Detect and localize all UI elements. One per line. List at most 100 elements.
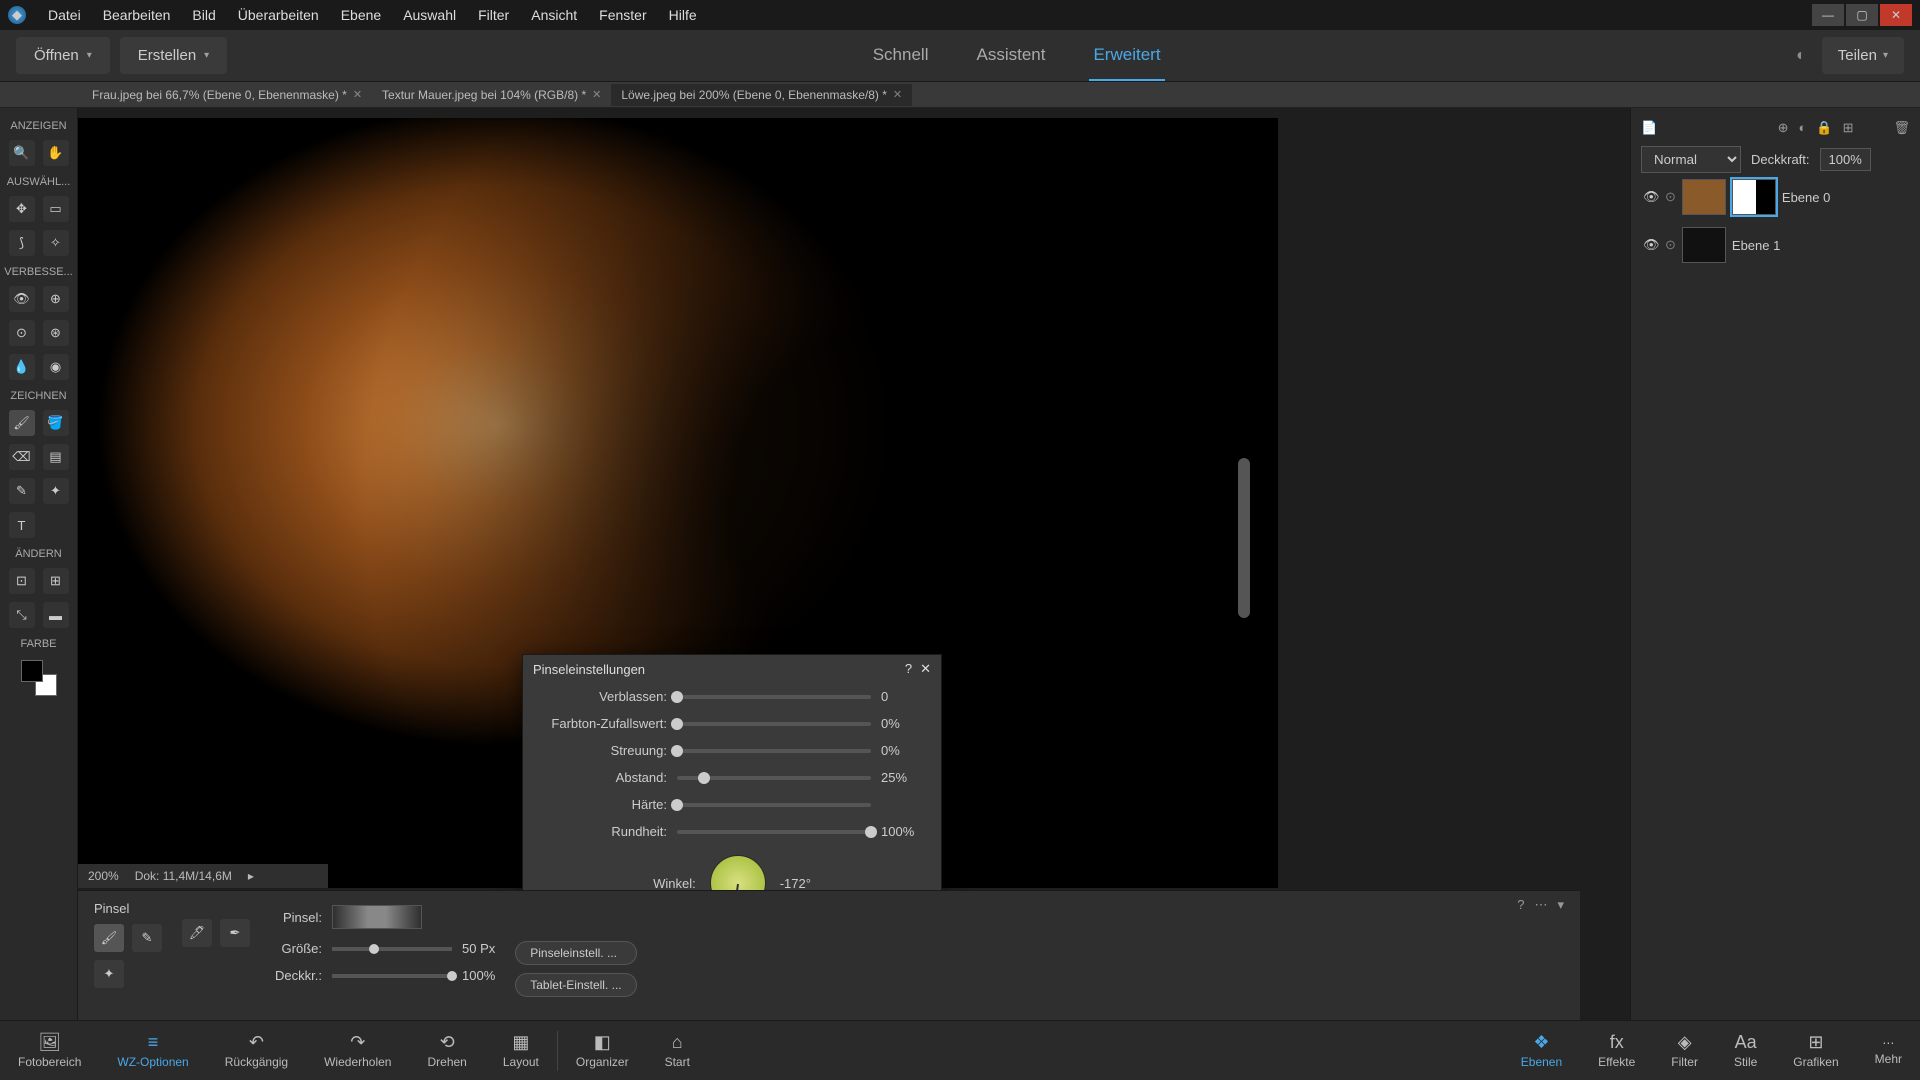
- layer-mask-icon[interactable]: ◐: [1799, 120, 1807, 136]
- marquee-tool[interactable]: ▭: [43, 196, 69, 222]
- brush-preset-picker[interactable]: [332, 905, 422, 929]
- menu-bearbeiten[interactable]: Bearbeiten: [93, 3, 181, 27]
- menu-ansicht[interactable]: Ansicht: [521, 3, 587, 27]
- share-button[interactable]: Teilen: [1822, 37, 1904, 74]
- mode-tab[interactable]: Erweitert: [1089, 31, 1164, 81]
- theme-toggle-icon[interactable]: ◐: [1796, 47, 1806, 65]
- menu-bild[interactable]: Bild: [182, 3, 225, 27]
- dock-item[interactable]: ◈Filter: [1653, 1028, 1716, 1073]
- eraser-tool[interactable]: ⌫: [9, 444, 35, 470]
- layer-opacity-value[interactable]: 100%: [1820, 148, 1871, 171]
- dock-item[interactable]: ≡WZ-Optionen: [99, 1028, 206, 1073]
- brush-variant-1[interactable]: 🖌: [94, 924, 124, 952]
- maximize-button[interactable]: ▢: [1846, 4, 1878, 26]
- dock-item[interactable]: ⟲Drehen: [409, 1028, 484, 1073]
- slider-track[interactable]: [677, 803, 871, 807]
- slider-track[interactable]: [677, 722, 871, 726]
- gradient-tool[interactable]: ▤: [43, 444, 69, 470]
- menu-ebene[interactable]: Ebene: [331, 3, 391, 27]
- stamp-tool[interactable]: ⊛: [43, 320, 69, 346]
- blend-mode-select[interactable]: Normal: [1641, 146, 1741, 173]
- shape-tool[interactable]: ✦: [43, 478, 69, 504]
- straighten-tool[interactable]: ⤡: [9, 602, 35, 628]
- vertical-scrollbar[interactable]: [1238, 458, 1250, 618]
- dock-item[interactable]: AaStile: [1716, 1028, 1775, 1073]
- slider-track[interactable]: [677, 776, 871, 780]
- color-swatch[interactable]: [21, 660, 57, 696]
- menu-hilfe[interactable]: Hilfe: [659, 3, 707, 27]
- menu-datei[interactable]: Datei: [38, 3, 91, 27]
- help-icon[interactable]: ?: [905, 661, 912, 677]
- menu-fenster[interactable]: Fenster: [589, 3, 656, 27]
- slider-track[interactable]: [677, 749, 871, 753]
- content-tool[interactable]: ▬: [43, 602, 69, 628]
- brush-variant-5[interactable]: ✒: [220, 919, 250, 947]
- size-slider[interactable]: [332, 947, 452, 951]
- minimize-button[interactable]: —: [1812, 4, 1844, 26]
- canvas[interactable]: Pinseleinstellungen ? ✕ Verblassen:0Farb…: [78, 108, 1580, 1020]
- recompose-tool[interactable]: ⊞: [43, 568, 69, 594]
- zoom-tool[interactable]: 🔍: [9, 140, 35, 166]
- brush-variant-4[interactable]: 🖊: [182, 919, 212, 947]
- dock-item[interactable]: ↶Rückgängig: [207, 1028, 306, 1073]
- dock-item[interactable]: ⊞Grafiken: [1775, 1028, 1856, 1073]
- delete-layer-icon[interactable]: 🗑: [1893, 120, 1910, 136]
- hand-tool[interactable]: ✋: [43, 140, 69, 166]
- dock-item[interactable]: ⌂Start: [647, 1028, 708, 1073]
- link-icon[interactable]: ⊙: [1665, 237, 1676, 253]
- menu-überarbeiten[interactable]: Überarbeiten: [228, 3, 329, 27]
- close-tab-icon[interactable]: ✕: [353, 88, 362, 101]
- brush-tool[interactable]: 🖌: [9, 410, 35, 436]
- crop-tool[interactable]: ⊡: [9, 568, 35, 594]
- dock-item[interactable]: ↷Wiederholen: [306, 1028, 409, 1073]
- slider-track[interactable]: [677, 830, 871, 834]
- wand-tool[interactable]: ✧: [43, 230, 69, 256]
- visibility-icon[interactable]: 👁: [1643, 237, 1659, 253]
- blur-tool[interactable]: 💧: [9, 354, 35, 380]
- dock-item[interactable]: ❖Ebenen: [1503, 1028, 1580, 1073]
- mode-tab[interactable]: Assistent: [972, 31, 1049, 81]
- pencil-tool[interactable]: ✎: [9, 478, 35, 504]
- options-menu-icon[interactable]: ⋯: [1534, 897, 1547, 913]
- menu-filter[interactable]: Filter: [468, 3, 519, 27]
- layer-adjust-icon[interactable]: ⊞: [1843, 120, 1854, 136]
- layer-row[interactable]: 👁⊙Ebene 0: [1641, 173, 1910, 221]
- dock-item[interactable]: ◧Organizer: [558, 1028, 647, 1073]
- eye-tool[interactable]: 👁: [9, 286, 35, 312]
- clone-tool[interactable]: ⊙: [9, 320, 35, 346]
- dock-item[interactable]: fxEffekte: [1580, 1028, 1653, 1073]
- close-tab-icon[interactable]: ✕: [893, 88, 902, 101]
- zoom-level[interactable]: 200%: [88, 869, 119, 883]
- link-icon[interactable]: ⊙: [1665, 189, 1676, 205]
- status-arrow-icon[interactable]: ▸: [248, 869, 254, 883]
- close-button[interactable]: ✕: [1880, 4, 1912, 26]
- lasso-tool[interactable]: ⟆: [9, 230, 35, 256]
- create-button[interactable]: Erstellen: [120, 37, 227, 74]
- brush-variant-3[interactable]: ✦: [94, 960, 124, 988]
- options-collapse-icon[interactable]: ▾: [1557, 897, 1564, 913]
- brush-variant-2[interactable]: ✎: [132, 924, 162, 952]
- spot-tool[interactable]: ⊕: [43, 286, 69, 312]
- visibility-icon[interactable]: 👁: [1643, 189, 1659, 205]
- sponge-tool[interactable]: ◉: [43, 354, 69, 380]
- close-tab-icon[interactable]: ✕: [592, 88, 601, 101]
- document-tab[interactable]: Frau.jpeg bei 66,7% (Ebene 0, Ebenenmask…: [82, 84, 372, 106]
- options-help-icon[interactable]: ?: [1517, 897, 1524, 913]
- move-tool[interactable]: ✥: [9, 196, 35, 222]
- tablet-settings-button[interactable]: Tablet-Einstell. ...: [515, 973, 636, 997]
- brush-settings-button[interactable]: Pinseleinstell. ...: [515, 941, 636, 965]
- open-button[interactable]: Öffnen: [16, 37, 110, 74]
- mode-tab[interactable]: Schnell: [869, 31, 933, 81]
- dock-item[interactable]: 🖼Fotobereich: [0, 1028, 99, 1073]
- opacity-slider[interactable]: [332, 974, 452, 978]
- document-tab[interactable]: Löwe.jpeg bei 200% (Ebene 0, Ebenenmaske…: [611, 84, 912, 106]
- close-dialog-icon[interactable]: ✕: [920, 661, 931, 677]
- layer-row[interactable]: 👁⊙Ebene 1: [1641, 221, 1910, 269]
- layer-fx-icon[interactable]: ⊕: [1778, 120, 1789, 136]
- new-layer-icon[interactable]: 📄: [1641, 120, 1657, 136]
- menu-auswahl[interactable]: Auswahl: [393, 3, 466, 27]
- text-tool[interactable]: T: [9, 512, 35, 538]
- slider-track[interactable]: [677, 695, 871, 699]
- layer-lock-icon[interactable]: 🔒: [1816, 120, 1832, 136]
- dock-more[interactable]: ⋯Mehr: [1857, 1036, 1920, 1066]
